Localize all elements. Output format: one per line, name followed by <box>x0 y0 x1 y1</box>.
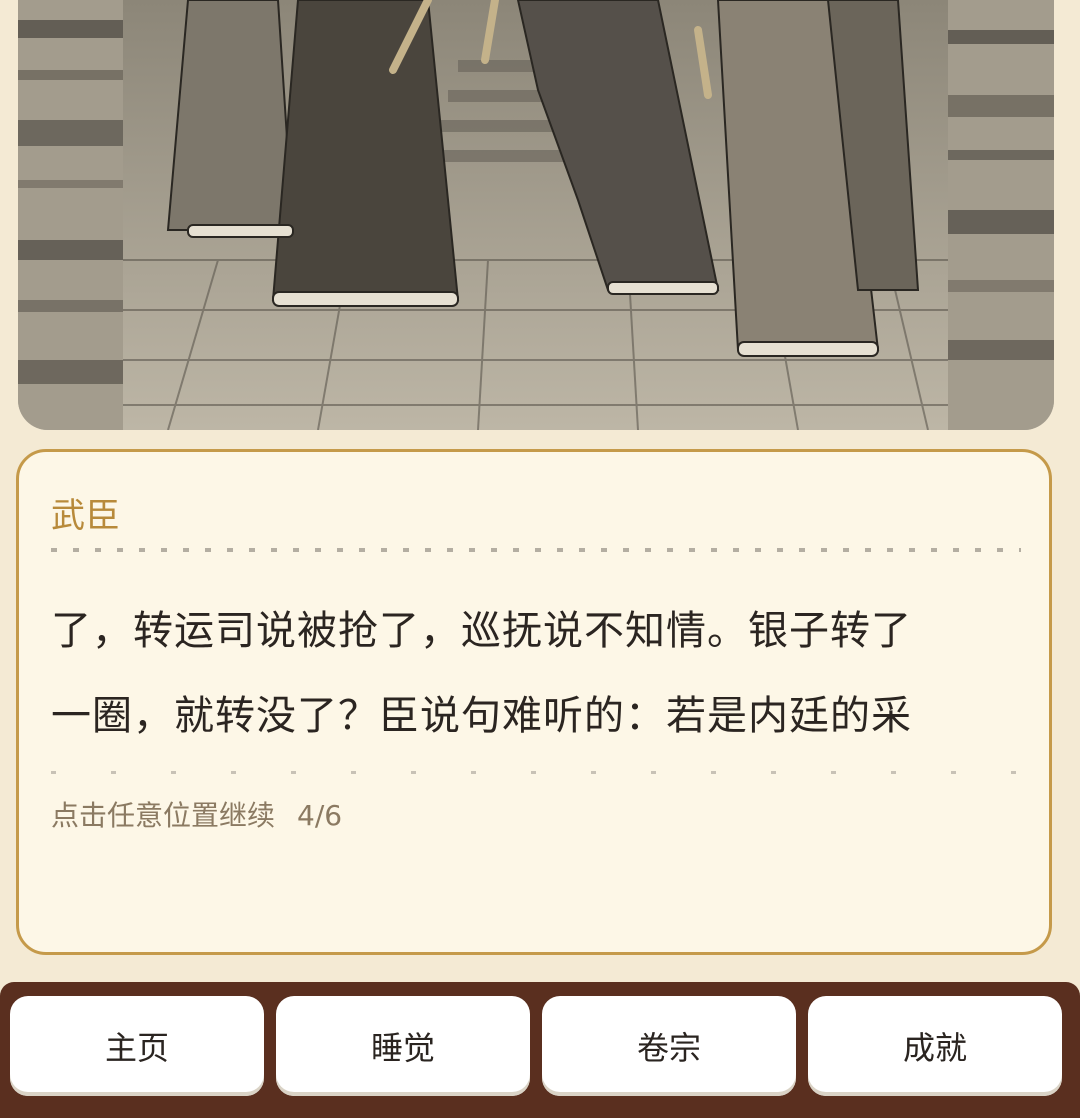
speaker-name: 武臣 <box>51 496 121 536</box>
nav-achievements-button[interactable]: 成就 <box>808 996 1062 1096</box>
bottom-nav: 主页 睡觉 卷宗 成就 <box>0 982 1080 1118</box>
nav-sleep-button[interactable]: 睡觉 <box>276 996 530 1096</box>
nav-files-button[interactable]: 卷宗 <box>542 996 796 1096</box>
dialog-progress: 4/6 <box>297 799 343 832</box>
scene-illustration <box>18 0 1054 430</box>
dialog-box[interactable]: 武臣 了，转运司说被抢了，巡抚说不知情。银子转了 一圈，就转没了？臣说句难听的：… <box>16 449 1052 955</box>
clipped-text-top <box>51 548 1021 552</box>
dialog-text: 了，转运司说被抢了，巡抚说不知情。银子转了 一圈，就转没了？臣说句难听的：若是内… <box>51 548 1021 774</box>
nav-home-button[interactable]: 主页 <box>10 996 264 1096</box>
dialog-line: 一圈，就转没了？臣说句难听的：若是内廷的采 <box>51 693 912 739</box>
dialog-line: 了，转运司说被抢了，巡抚说不知情。银子转了 <box>51 608 912 654</box>
clipped-text-bottom <box>51 771 1021 774</box>
continue-hint-text: 点击任意位置继续 <box>51 799 276 832</box>
court-scene-image <box>18 0 1054 430</box>
continue-hint: 点击任意位置继续 4/6 <box>51 794 342 834</box>
